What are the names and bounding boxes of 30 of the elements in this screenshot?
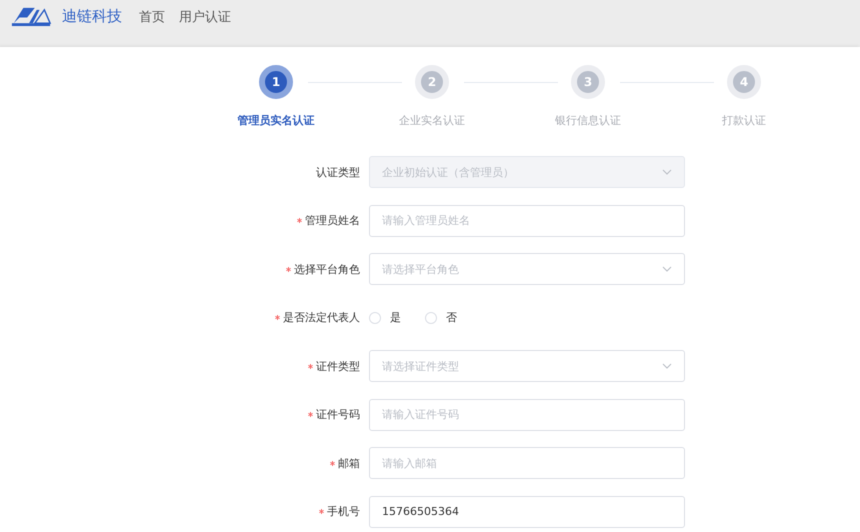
field-label: 证件类型 <box>316 358 360 374</box>
step-label: 银行信息认证 <box>555 113 621 128</box>
chevron-down-icon <box>662 266 672 272</box>
step-label: 管理员实名认证 <box>238 113 314 128</box>
radio-label: 是 <box>390 310 401 325</box>
field-label: 手机号 <box>327 504 360 519</box>
field-label: 是否法定代表人 <box>283 310 360 325</box>
field-label: 选择平台角色 <box>294 262 360 276</box>
chevron-down-icon <box>662 169 672 175</box>
step-number: 2 <box>415 65 449 99</box>
radio-label: 否 <box>446 310 457 325</box>
brand-name: 迪链科技 <box>62 7 122 26</box>
radio-button[interactable] <box>425 312 437 324</box>
step-number: 1 <box>259 65 293 99</box>
input-field[interactable]: 请输入证件号码 <box>369 398 685 430</box>
field-label: 证件号码 <box>316 407 360 422</box>
field-label: 管理员姓名 <box>305 213 360 228</box>
field-label: 认证类型 <box>316 164 360 180</box>
input-field[interactable]: 15766505364 <box>369 496 685 528</box>
step-label: 打款认证 <box>722 113 766 128</box>
step-label: 企业实名认证 <box>399 113 465 128</box>
step-number: 4 <box>727 65 761 99</box>
input-field[interactable]: 请输入邮箱 <box>369 447 685 479</box>
radio-button[interactable] <box>369 312 381 324</box>
chevron-down-icon <box>662 363 672 369</box>
step-number: 3 <box>571 65 605 99</box>
nav-link[interactable]: 首页 <box>139 8 165 26</box>
input-field[interactable]: 请输入管理员姓名 <box>369 204 685 236</box>
field-label: 邮箱 <box>338 456 360 470</box>
nav-link[interactable]: 用户认证 <box>179 8 231 26</box>
